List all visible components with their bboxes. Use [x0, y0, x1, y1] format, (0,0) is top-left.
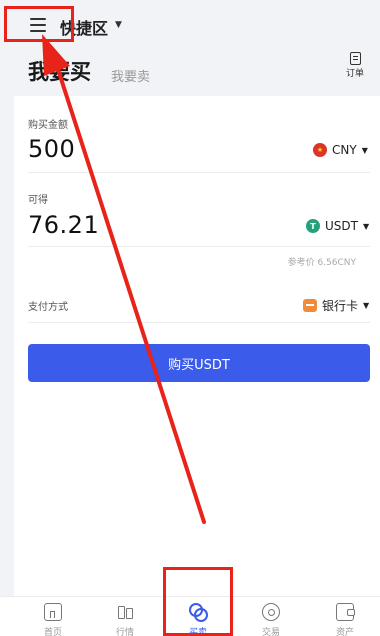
- highlight-box-menu: [4, 6, 74, 42]
- nav-label: 资产: [335, 628, 354, 636]
- divider: [28, 322, 370, 323]
- currency-select[interactable]: CNY ▼: [313, 143, 368, 157]
- buy-sell-tabs: 我要买 我要卖 订单: [0, 42, 380, 94]
- receive-label: 可得: [28, 195, 48, 206]
- chevron-down-icon: ▼: [362, 221, 370, 231]
- orders-label: 订单: [345, 69, 364, 79]
- document-icon: [349, 52, 361, 65]
- nav-market[interactable]: 行情: [105, 603, 145, 636]
- chevron-down-icon: ▼: [361, 145, 368, 155]
- receive-amount: 76.21: [28, 211, 100, 239]
- amount-label: 购买金额: [28, 120, 68, 131]
- amount-input[interactable]: 500: [28, 135, 75, 163]
- candlestick-icon: [116, 603, 134, 621]
- orders-button[interactable]: 订单: [342, 52, 368, 79]
- coin-label: USDT: [325, 219, 358, 233]
- payment-value: 银行卡: [322, 299, 359, 313]
- chevron-down-icon[interactable]: ▼: [115, 20, 122, 30]
- divider: [28, 246, 370, 247]
- trade-icon: [262, 603, 280, 621]
- payment-method-select[interactable]: 银行卡 ▼: [303, 297, 369, 314]
- divider: [28, 172, 370, 173]
- buy-usdt-button[interactable]: 购买USDT: [28, 344, 370, 382]
- usdt-icon: T: [306, 219, 320, 233]
- nav-assets[interactable]: 资产: [325, 603, 365, 636]
- chevron-down-icon: ▼: [363, 301, 370, 310]
- coin-select[interactable]: T USDT ▼: [306, 219, 369, 233]
- reference-price: 参考价 6.56CNY: [287, 258, 356, 268]
- nav-label: 首页: [43, 628, 62, 636]
- bank-card-icon: [303, 299, 317, 312]
- tab-buy[interactable]: 我要买: [28, 56, 91, 86]
- currency-label: CNY: [332, 143, 357, 157]
- payment-label: 支付方式: [28, 302, 68, 313]
- nav-label: 交易: [261, 628, 280, 636]
- nav-home[interactable]: 首页: [33, 603, 73, 636]
- cny-flag-icon: [313, 143, 327, 157]
- nav-label: 行情: [115, 628, 134, 636]
- wallet-icon: [336, 603, 355, 621]
- nav-trade[interactable]: 交易: [251, 603, 291, 636]
- home-icon: [44, 603, 62, 621]
- highlight-box-nav: [163, 567, 233, 636]
- tab-sell[interactable]: 我要卖: [111, 66, 150, 85]
